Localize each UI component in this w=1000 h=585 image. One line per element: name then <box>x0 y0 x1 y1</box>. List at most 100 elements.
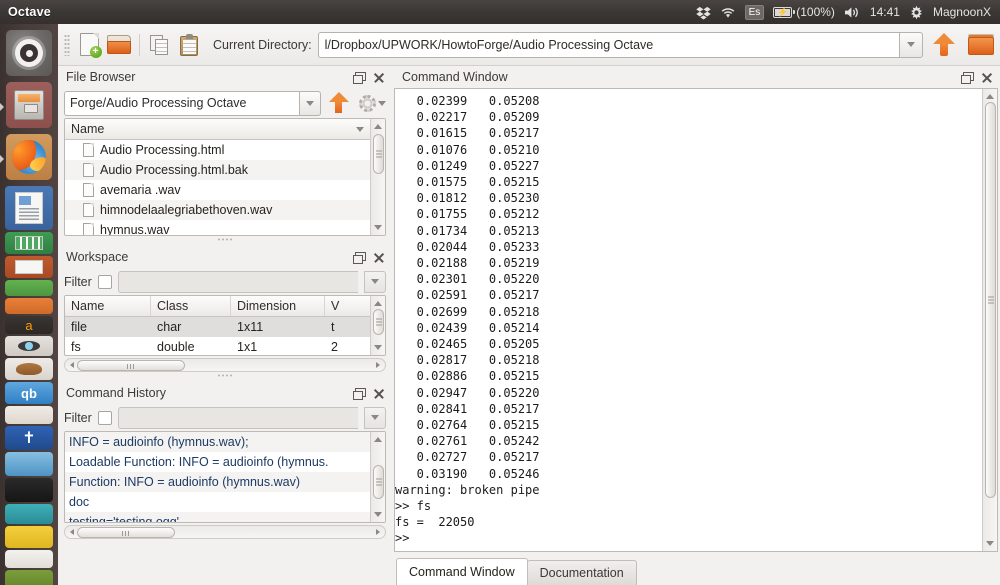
scroll-up-icon[interactable] <box>373 298 384 309</box>
volume-icon[interactable] <box>844 6 861 19</box>
launcher-item-amazon[interactable]: a <box>5 316 53 334</box>
wifi-icon[interactable] <box>720 6 736 19</box>
user-name[interactable]: MagnoonX <box>933 5 991 19</box>
tab-command-window[interactable]: Command Window <box>396 558 528 585</box>
list-item[interactable]: INFO = audioinfo (hymnus.wav); <box>65 432 370 452</box>
command-window-output[interactable]: 0.02399 0.05208 0.02217 0.05209 0.01615 … <box>395 89 982 551</box>
launcher-item-blue-disc-app[interactable] <box>5 452 53 476</box>
sort-caret-icon[interactable] <box>356 127 364 132</box>
launcher-item-yellow-app[interactable] <box>5 526 53 548</box>
scroll-right-icon[interactable] <box>373 362 383 368</box>
launcher-item-olive-app[interactable] <box>5 570 53 585</box>
list-item[interactable]: doc <box>65 492 370 512</box>
scroll-thumb[interactable] <box>77 527 175 538</box>
scroll-down-icon[interactable] <box>373 222 384 233</box>
launcher-item-eye-of-gnome[interactable] <box>5 336 53 356</box>
gear-icon[interactable] <box>359 95 376 112</box>
file-row[interactable]: himnodelaalegriabethoven.wav <box>65 200 370 220</box>
file-browser-path-dropdown[interactable] <box>299 91 321 116</box>
scroll-thumb[interactable] <box>373 134 384 174</box>
new-script-icon[interactable]: + <box>74 30 104 60</box>
launcher-item-gimp[interactable] <box>5 358 53 380</box>
scroll-thumb[interactable] <box>373 465 384 499</box>
launcher-item-orange-app[interactable] <box>5 298 53 314</box>
launcher-item-libreoffice-writer[interactable] <box>5 186 53 230</box>
copy-icon[interactable] <box>145 30 175 60</box>
workspace-resize-handle[interactable] <box>64 372 386 379</box>
file-row[interactable]: hymnus.wav <box>65 220 370 235</box>
launcher-item-libreoffice-calc[interactable] <box>5 232 53 254</box>
workspace-filter-input[interactable] <box>118 271 358 293</box>
launcher-item-white-red-app[interactable] <box>5 550 53 568</box>
scroll-down-icon[interactable] <box>985 538 996 549</box>
scroll-thumb[interactable] <box>77 360 185 371</box>
launcher-item-dark-dots-app[interactable] <box>5 478 53 502</box>
current-directory-dropdown[interactable] <box>899 32 923 58</box>
scroll-up-icon[interactable] <box>373 121 384 132</box>
paste-icon[interactable] <box>175 30 205 60</box>
browse-folder-icon[interactable] <box>968 34 994 55</box>
scroll-track[interactable] <box>373 132 384 222</box>
up-arrow-icon[interactable] <box>329 92 349 114</box>
launcher-item-files[interactable] <box>6 82 52 128</box>
workspace-vertical-scrollbar[interactable] <box>370 296 385 355</box>
command-history-vertical-scrollbar[interactable] <box>370 432 385 522</box>
undock-icon[interactable] <box>353 72 364 83</box>
table-row[interactable]: fs double 1x1 2 <box>65 337 370 355</box>
launcher-item-ubuntu-dash[interactable] <box>6 30 52 76</box>
launcher-item-teal-app[interactable] <box>5 504 53 524</box>
launcher-item-firefox[interactable] <box>6 134 52 180</box>
file-row[interactable]: Audio Processing.html.bak <box>65 160 370 180</box>
scroll-track[interactable] <box>373 309 384 342</box>
clock[interactable]: 14:41 <box>870 5 900 19</box>
dropbox-icon[interactable] <box>696 5 711 20</box>
column-header-class[interactable]: Class <box>151 296 231 316</box>
launcher-item-ubuntu-software[interactable] <box>5 280 53 296</box>
scroll-right-icon[interactable] <box>373 529 383 535</box>
file-row[interactable]: avemaria .wav <box>65 180 370 200</box>
open-file-icon[interactable] <box>104 30 134 60</box>
column-header-name[interactable]: Name <box>65 119 370 139</box>
scroll-thumb[interactable] <box>373 309 384 335</box>
workspace-filter-checkbox[interactable] <box>98 275 112 289</box>
gear-icon[interactable] <box>909 5 924 20</box>
current-directory-input[interactable]: l/Dropbox/UPWORK/HowtoForge/Audio Proces… <box>318 32 899 58</box>
launcher-item-qbittorrent[interactable]: qb <box>5 382 53 404</box>
close-icon[interactable] <box>373 252 384 263</box>
scroll-left-icon[interactable] <box>67 362 77 368</box>
file-browser-vertical-scrollbar[interactable] <box>370 119 385 235</box>
launcher-item-libreoffice-impress[interactable] <box>5 256 53 278</box>
close-icon[interactable] <box>373 388 384 399</box>
command-history-filter-checkbox[interactable] <box>98 411 112 425</box>
close-icon[interactable] <box>373 72 384 83</box>
column-header-dimension[interactable]: Dimension <box>231 296 325 316</box>
command-window-vertical-scrollbar[interactable] <box>982 89 997 551</box>
scroll-up-icon[interactable] <box>985 91 996 102</box>
list-item[interactable]: Function: INFO = audioinfo (hymnus.wav) <box>65 472 370 492</box>
file-row[interactable]: Audio Processing.html <box>65 140 370 160</box>
scroll-down-icon[interactable] <box>373 342 384 353</box>
column-header-name[interactable]: Name <box>65 296 151 316</box>
battery-indicator[interactable]: ⚡ (100%) <box>773 5 835 19</box>
workspace-horizontal-scrollbar[interactable] <box>64 358 386 372</box>
list-item[interactable]: testing='testing.ogg' <box>65 512 370 522</box>
workspace-filter-dropdown[interactable] <box>364 271 386 293</box>
scroll-track[interactable] <box>373 445 384 509</box>
up-directory-icon[interactable] <box>933 33 955 57</box>
file-browser-resize-handle[interactable] <box>64 236 386 243</box>
toolbar-drag-handle[interactable] <box>64 34 70 56</box>
chevron-down-icon[interactable] <box>378 101 386 106</box>
command-history-horizontal-scrollbar[interactable] <box>64 525 386 539</box>
command-history-filter-dropdown[interactable] <box>364 407 386 429</box>
tab-documentation[interactable]: Documentation <box>527 560 637 585</box>
scroll-thumb[interactable] <box>985 102 996 498</box>
scroll-track[interactable] <box>77 360 373 371</box>
undock-icon[interactable] <box>353 252 364 263</box>
scroll-track[interactable] <box>77 527 373 538</box>
launcher-item-paint-app[interactable] <box>5 406 53 424</box>
column-header-value[interactable]: V <box>325 296 370 316</box>
scroll-track[interactable] <box>985 102 996 538</box>
close-icon[interactable] <box>981 72 992 83</box>
command-history-filter-input[interactable] <box>118 407 358 429</box>
undock-icon[interactable] <box>353 388 364 399</box>
